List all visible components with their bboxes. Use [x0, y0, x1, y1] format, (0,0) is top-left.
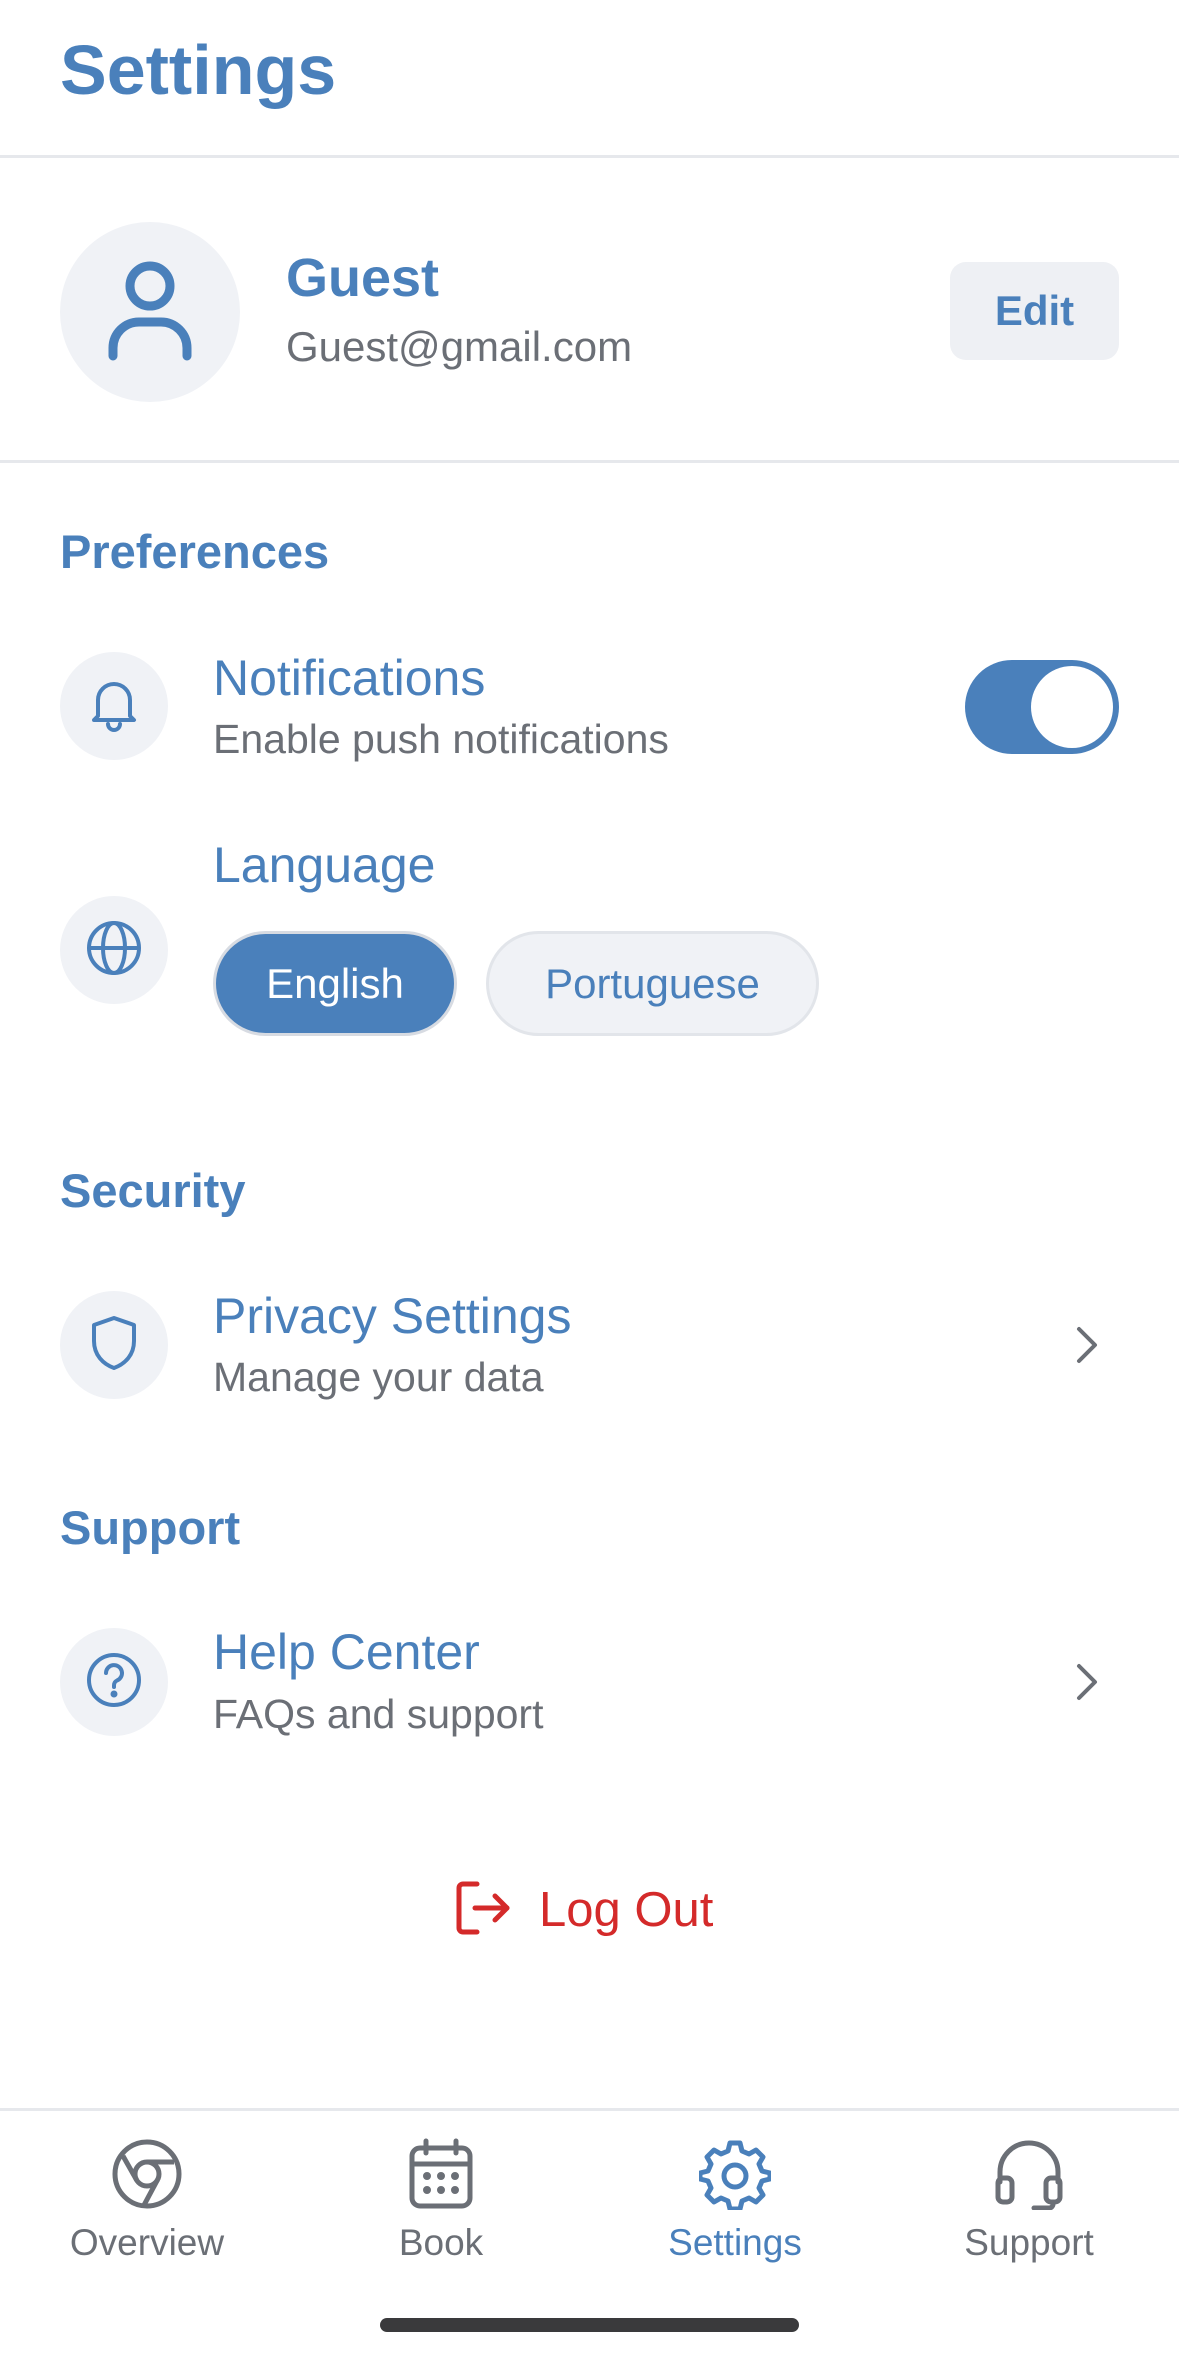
- notifications-subtitle: Enable push notifications: [213, 716, 669, 762]
- privacy-icon-circle: [60, 1291, 168, 1399]
- tab-label: Settings: [668, 2222, 802, 2263]
- chevron-right-icon: [1062, 1310, 1112, 1380]
- tab-label: Support: [964, 2222, 1094, 2263]
- tab-label: Overview: [69, 2222, 225, 2263]
- help-icon-circle: [60, 1628, 168, 1736]
- globe-icon: [85, 919, 143, 982]
- chrome-icon: [111, 2135, 183, 2213]
- help-circle-icon: [85, 1651, 143, 1714]
- notifications-icon-circle: [60, 652, 168, 760]
- calendar-icon: [408, 2135, 474, 2213]
- headset-icon: [994, 2135, 1064, 2213]
- shield-icon: [89, 1314, 139, 1377]
- section-title-support: Support: [60, 1501, 241, 1554]
- user-icon: [105, 258, 195, 367]
- tab-overview[interactable]: Overview: [0, 2111, 294, 2301]
- header: Settings: [0, 0, 1179, 158]
- language-title: Language: [213, 837, 436, 893]
- notifications-title: Notifications: [213, 650, 486, 706]
- tab-label: Book: [398, 2222, 484, 2263]
- section-title-security: Security: [60, 1164, 246, 1217]
- gear-icon: [699, 2135, 771, 2213]
- avatar: [60, 222, 240, 402]
- page-title: Settings: [60, 31, 337, 109]
- home-indicator: [380, 2318, 799, 2332]
- privacy-title: Privacy Settings: [213, 1288, 572, 1344]
- help-title: Help Center: [213, 1624, 480, 1680]
- tab-book[interactable]: Book: [294, 2111, 588, 2301]
- edit-profile-button[interactable]: Edit: [950, 262, 1119, 360]
- notifications-toggle[interactable]: [965, 660, 1119, 754]
- bell-icon: [88, 676, 140, 737]
- language-option-portuguese[interactable]: Portuguese: [486, 931, 819, 1036]
- tab-support[interactable]: Support: [882, 2111, 1176, 2301]
- language-option-english[interactable]: English: [213, 931, 457, 1036]
- section-title-preferences: Preferences: [60, 525, 330, 578]
- logout-label: Log Out: [539, 1883, 714, 1937]
- language-icon-circle: [60, 896, 168, 1004]
- chevron-right-icon: [1062, 1647, 1112, 1717]
- profile-card: Guest Guest@gmail.com Edit: [0, 158, 1179, 463]
- logout-icon: [455, 1880, 513, 1941]
- help-subtitle: FAQs and support: [213, 1691, 544, 1737]
- tab-settings[interactable]: Settings: [588, 2111, 882, 2301]
- logout-button[interactable]: Log Out: [455, 1875, 713, 1945]
- toggle-knob: [1031, 666, 1113, 748]
- privacy-subtitle: Manage your data: [213, 1354, 544, 1400]
- profile-name: Guest: [286, 248, 440, 308]
- profile-email: Guest@gmail.com: [286, 323, 633, 370]
